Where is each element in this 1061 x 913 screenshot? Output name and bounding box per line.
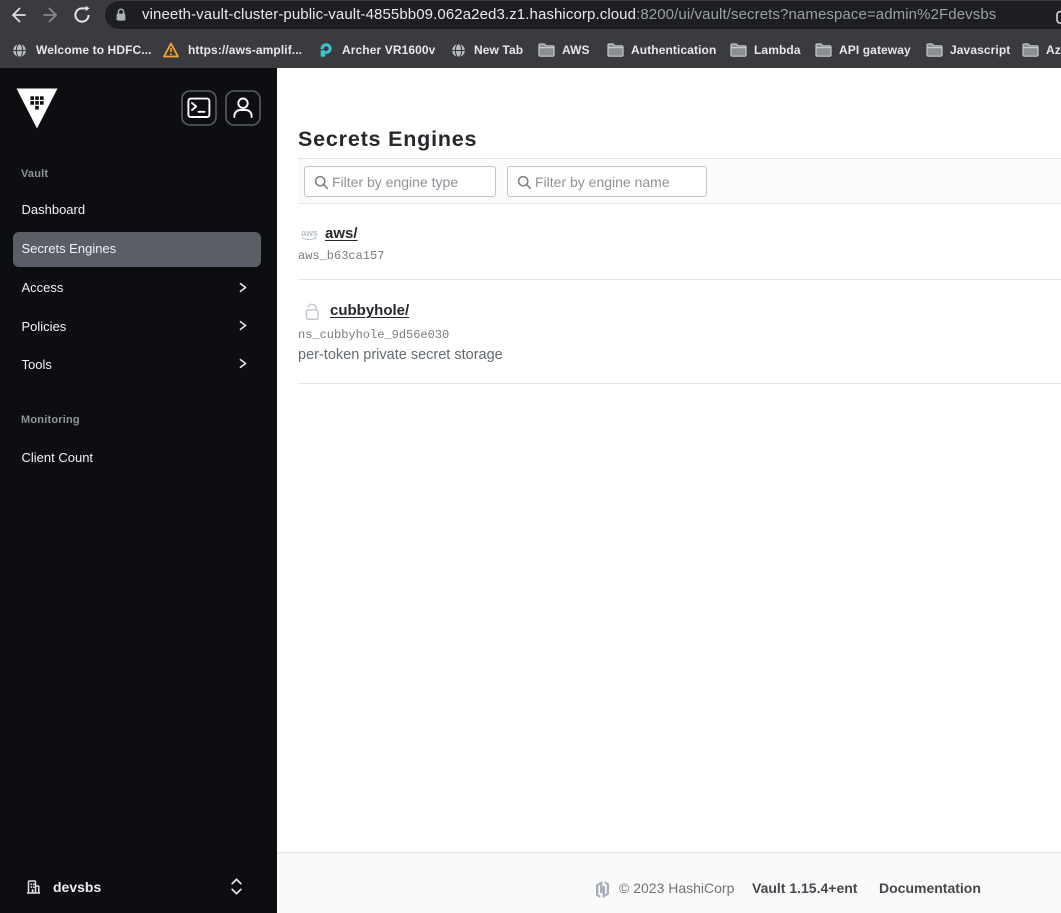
svg-text:aws: aws [301,228,318,238]
